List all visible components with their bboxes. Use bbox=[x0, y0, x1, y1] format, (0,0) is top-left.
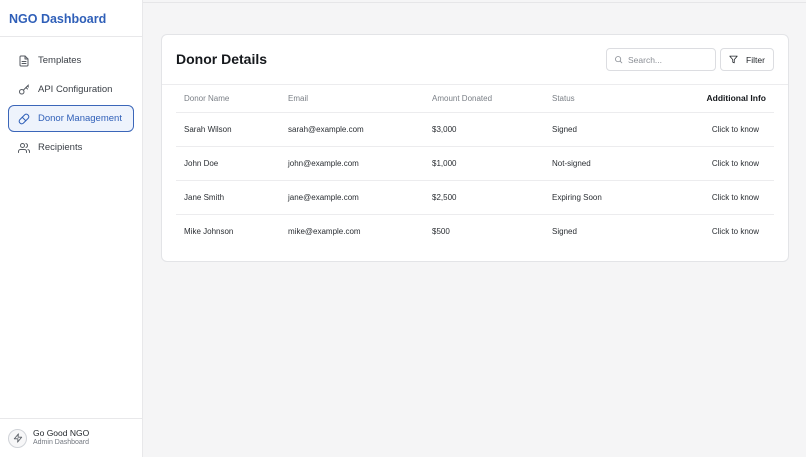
pill-icon bbox=[18, 113, 30, 125]
sidebar-item-recipients[interactable]: Recipients bbox=[8, 134, 134, 161]
donor-email: john@example.com bbox=[280, 146, 424, 181]
donor-status: Expiring Soon bbox=[544, 180, 664, 215]
sidebar-item-label: API Configuration bbox=[38, 84, 113, 95]
org-role: Admin Dashboard bbox=[33, 439, 90, 446]
donor-table: Donor Name Email Amount Donated Status A… bbox=[176, 85, 774, 248]
org-info: Go Good NGO Admin Dashboard bbox=[33, 428, 89, 448]
table-header-row: Donor Name Email Amount Donated Status A… bbox=[176, 85, 774, 113]
org-name: Go Good NGO bbox=[33, 428, 90, 438]
sidebar-item-label: Recipients bbox=[38, 142, 83, 153]
donor-email: jane@example.com bbox=[280, 180, 424, 215]
column-header-status[interactable]: Status bbox=[544, 85, 664, 113]
column-header-donor-name[interactable]: Donor Name bbox=[176, 85, 280, 113]
sidebar-nav: Templates API Configuration Donor Manage… bbox=[0, 37, 142, 161]
sidebar: NGO Dashboard Templates API Configuratio… bbox=[0, 0, 143, 457]
sidebar-item-donor-management[interactable]: Donor Management bbox=[8, 105, 134, 132]
donor-amount: $500 bbox=[432, 226, 450, 236]
table-row[interactable]: Sarah Wilson sarah@example.com $3,000 Si… bbox=[176, 112, 774, 147]
table-row[interactable]: Mike Johnson mike@example.com $500 Signe… bbox=[176, 214, 774, 248]
donor-details-card: Donor Details Filter Donor Name Email Am… bbox=[161, 34, 789, 262]
sidebar-item-label: Templates bbox=[38, 55, 82, 66]
donor-email: sarah@example.com bbox=[280, 112, 424, 147]
page-title: Donor Details bbox=[176, 51, 268, 67]
additional-info-link[interactable]: Click to know bbox=[664, 180, 774, 215]
additional-info-link[interactable]: Click to know bbox=[664, 112, 774, 147]
filter-label: Filter bbox=[746, 54, 765, 65]
donor-status: Not-signed bbox=[544, 146, 664, 181]
lightning-icon bbox=[13, 433, 22, 443]
table-row[interactable]: Jane Smith jane@example.com $2,500 Expir… bbox=[176, 180, 774, 215]
avatar bbox=[8, 428, 27, 448]
sidebar-item-label: Donor Management bbox=[38, 113, 122, 124]
card-header: Donor Details Filter bbox=[162, 35, 788, 85]
donor-amount: $3,000 bbox=[424, 112, 544, 147]
additional-info-link[interactable]: Click to know bbox=[664, 214, 774, 248]
additional-info-link[interactable]: Click to know bbox=[664, 146, 774, 181]
search-icon bbox=[615, 56, 623, 64]
donor-name: Mike Johnson bbox=[184, 226, 234, 236]
filter-icon bbox=[729, 55, 738, 64]
donor-status: Signed bbox=[544, 112, 664, 147]
column-header-amount-donated[interactable]: Amount Donated bbox=[424, 85, 544, 113]
search-box[interactable] bbox=[606, 48, 716, 71]
donor-name: John Doe bbox=[176, 146, 280, 181]
donor-name: Sarah Wilson bbox=[176, 112, 280, 147]
key-icon bbox=[18, 84, 30, 96]
table-row[interactable]: John Doe john@example.com $1,000 Not-sig… bbox=[176, 146, 774, 181]
document-icon bbox=[18, 55, 30, 67]
donor-amount: $2,500 bbox=[424, 180, 544, 215]
column-header-email[interactable]: Email bbox=[280, 85, 424, 113]
donor-email: mike@example.com bbox=[288, 226, 361, 236]
sidebar-footer: Go Good NGO Admin Dashboard bbox=[0, 418, 142, 457]
donor-name: Jane Smith bbox=[176, 180, 280, 215]
sidebar-item-templates[interactable]: Templates bbox=[8, 47, 134, 74]
filter-button[interactable]: Filter bbox=[720, 48, 774, 71]
search-input[interactable] bbox=[628, 54, 708, 65]
donor-status: Signed bbox=[552, 226, 577, 236]
brand-title: NGO Dashboard bbox=[0, 0, 142, 37]
donor-amount: $1,000 bbox=[424, 146, 544, 181]
column-header-additional-info[interactable]: Additional Info bbox=[664, 85, 774, 113]
users-icon bbox=[18, 142, 30, 154]
sidebar-item-api-configuration[interactable]: API Configuration bbox=[8, 76, 134, 103]
